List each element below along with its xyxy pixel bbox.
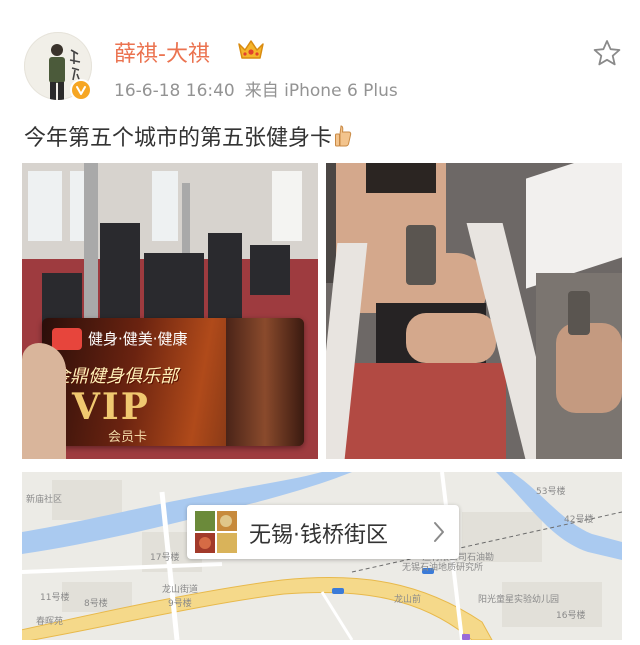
card-tagline: 健身·健美·健康 (88, 330, 188, 348)
map-label: 42号楼 (564, 515, 594, 525)
crown-icon[interactable] (237, 38, 265, 62)
map-label: 新庙社区 (26, 495, 63, 505)
weibo-post: 薛祺-大祺 16-6-18 16:40 来自 iPhone 6 Plus 今年第五… (0, 0, 640, 645)
vip-membership-card: 健身·健美·健康 金鼎健身俱乐部 VIP 会员卡 (42, 318, 304, 446)
map-label: 17号楼 (150, 553, 180, 563)
post-meta: 16-6-18 16:40 来自 iPhone 6 Plus (114, 76, 398, 101)
verified-badge-icon (70, 79, 92, 101)
map-label: 8号楼 (84, 599, 108, 609)
card-tier: VIP (72, 386, 150, 428)
post-text: 今年第五个城市的第五张健身卡 (24, 120, 352, 152)
map-label: 9号楼 (168, 599, 192, 609)
card-member-label: 会员卡 (108, 430, 148, 445)
location-card[interactable]: 无锡·钱桥街区 (187, 505, 459, 559)
post-photo-1[interactable]: 健身·健美·健康 金鼎健身俱乐部 VIP 会员卡 (22, 163, 318, 459)
map-label: 无锡石油地质研究所 (402, 563, 484, 573)
location-thumbnail (195, 511, 237, 553)
map-label: 龙山街道 (162, 585, 199, 595)
post-photo-2[interactable] (326, 163, 622, 459)
map-label: 阳光童星实验幼儿园 (478, 595, 560, 605)
card-logo-icon (52, 328, 82, 350)
post-timestamp: 16-6-18 16:40 (114, 81, 235, 101)
chevron-right-icon[interactable] (433, 521, 445, 543)
post-source[interactable]: 来自 iPhone 6 Plus (245, 81, 398, 101)
map-label: 龙山前 (394, 595, 422, 605)
map-label: 16号楼 (556, 611, 586, 621)
card-athlete-image (226, 318, 304, 446)
location-name[interactable]: 无锡·钱桥街区 (249, 517, 388, 549)
card-club-name: 金鼎健身俱乐部 (52, 366, 178, 387)
post-text-content: 今年第五个城市的第五张健身卡 (24, 126, 333, 151)
thumbs-up-icon (335, 125, 352, 147)
author-name[interactable]: 薛祺-大祺 (114, 36, 210, 68)
map-label: 11号楼 (40, 593, 70, 603)
map-label: 53号楼 (536, 487, 566, 497)
map-label: 春晖苑 (36, 617, 64, 627)
favorite-star-icon[interactable] (592, 38, 622, 68)
